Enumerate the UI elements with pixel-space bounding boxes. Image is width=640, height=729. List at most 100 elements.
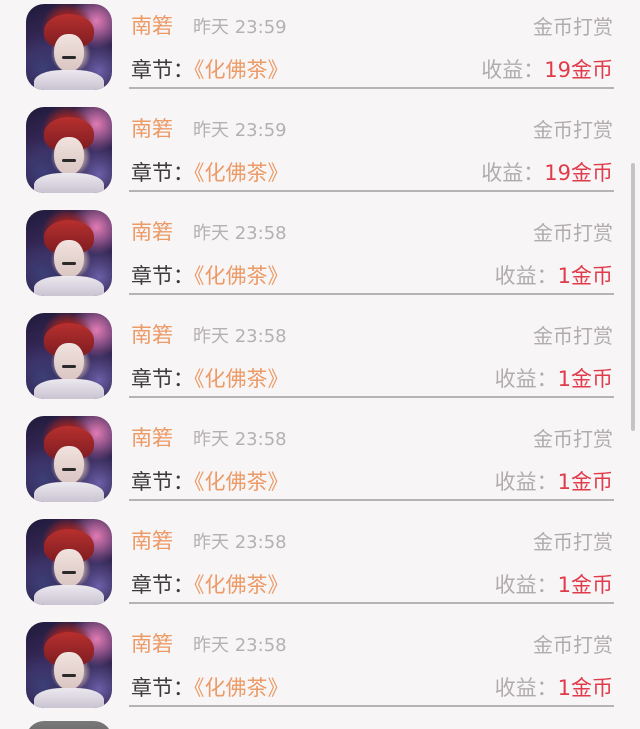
avatar-face: [54, 549, 84, 587]
list-item[interactable]: 南箬 昨天 23:58 金币打赏 章节：《化佛茶》 收益：1金币: [0, 515, 640, 618]
chapter-line: 章节：《化佛茶》: [131, 569, 289, 599]
chapter-title-link[interactable]: 《化佛茶》: [194, 161, 289, 185]
avatar[interactable]: [26, 313, 112, 399]
avatar-face: [54, 34, 84, 72]
row-divider: [129, 499, 614, 501]
avatar-shoulders: [34, 585, 104, 605]
income-line: 收益：19金币: [481, 54, 613, 84]
chapter-line: 章节：《化佛茶》: [131, 260, 289, 290]
avatar-mic: [62, 159, 76, 162]
user-name[interactable]: 南箬: [131, 113, 173, 143]
avatar-shoulders: [34, 482, 104, 502]
chapter-label: 章节：: [131, 161, 194, 185]
reward-type: 金币打赏: [533, 530, 613, 554]
row-divider: [129, 396, 614, 398]
avatar[interactable]: [26, 210, 112, 296]
chapter-title-link[interactable]: 《化佛茶》: [194, 58, 289, 82]
chapter-line: 章节：《化佛茶》: [131, 672, 289, 702]
list-item[interactable]: 南箬 昨天 23:58 金币打赏 章节：《化佛茶》 收益：1金币: [0, 206, 640, 309]
chapter-title-link[interactable]: 《化佛茶》: [194, 470, 289, 494]
chapter-line: 章节：《化佛茶》: [131, 54, 289, 84]
avatar-mic: [62, 468, 76, 471]
user-name[interactable]: 南箬: [131, 216, 173, 246]
avatar-face: [54, 652, 84, 690]
timestamp: 昨天 23:58: [193, 532, 287, 553]
income-value: 1金币: [557, 573, 613, 597]
chapter-line: 章节：《化佛茶》: [131, 363, 289, 393]
timestamp: 昨天 23:58: [193, 326, 287, 347]
chapter-line: 章节：《化佛茶》: [131, 466, 289, 496]
avatar-face: [54, 446, 84, 484]
reward-type: 金币打赏: [533, 15, 613, 39]
avatar[interactable]: [26, 622, 112, 708]
chapter-title-link[interactable]: 《化佛茶》: [194, 573, 289, 597]
chapter-label: 章节：: [131, 573, 194, 597]
income-line: 收益：1金币: [495, 569, 613, 599]
avatar-shoulders: [34, 70, 104, 90]
reward-type: 金币打赏: [533, 221, 613, 245]
avatar[interactable]: [26, 4, 112, 90]
income-label: 收益：: [494, 470, 558, 494]
user-name[interactable]: 南箬: [131, 319, 173, 349]
chapter-label: 章节：: [131, 264, 194, 288]
avatar-shoulders: [34, 379, 104, 399]
row-divider: [129, 602, 614, 604]
avatar-face: [54, 343, 84, 381]
list-item[interactable]: 南箬 昨天 23:59 金币打赏 章节：《化佛茶》 收益：19金币: [0, 0, 640, 103]
income-value: 1金币: [557, 676, 613, 700]
partial-avatar-next-item[interactable]: [26, 721, 112, 729]
row-divider: [129, 705, 614, 707]
row-divider: [129, 87, 614, 89]
row-divider: [129, 293, 614, 295]
income-line: 收益：1金币: [495, 260, 613, 290]
chapter-label: 章节：: [131, 58, 194, 82]
income-value: 19金币: [544, 58, 613, 82]
user-name[interactable]: 南箬: [131, 525, 173, 555]
chapter-label: 章节：: [131, 367, 194, 391]
income-line: 收益：1金币: [495, 466, 613, 496]
income-label: 收益：: [494, 676, 558, 700]
timestamp: 昨天 23:59: [193, 17, 287, 38]
reward-type: 金币打赏: [533, 427, 613, 451]
scrollbar[interactable]: [631, 163, 635, 431]
user-name[interactable]: 南箬: [131, 422, 173, 452]
avatar-mic: [62, 365, 76, 368]
avatar-mic: [62, 571, 76, 574]
user-name[interactable]: 南箬: [131, 628, 173, 658]
income-label: 收益：: [494, 264, 558, 288]
avatar-shoulders: [34, 276, 104, 296]
avatar-face: [54, 137, 84, 175]
reward-type: 金币打赏: [533, 633, 613, 657]
row-divider: [129, 190, 614, 192]
chapter-label: 章节：: [131, 470, 194, 494]
chapter-title-link[interactable]: 《化佛茶》: [194, 367, 289, 391]
timestamp: 昨天 23:59: [193, 120, 287, 141]
list-item[interactable]: 南箬 昨天 23:58 金币打赏 章节：《化佛茶》 收益：1金币: [0, 412, 640, 515]
income-label: 收益：: [481, 161, 545, 185]
reward-type: 金币打赏: [533, 118, 613, 142]
timestamp: 昨天 23:58: [193, 429, 287, 450]
chapter-title-link[interactable]: 《化佛茶》: [194, 264, 289, 288]
chapter-label: 章节：: [131, 676, 194, 700]
list-item[interactable]: 南箬 昨天 23:59 金币打赏 章节：《化佛茶》 收益：19金币: [0, 103, 640, 206]
reward-record-list: 南箬 昨天 23:59 金币打赏 章节：《化佛茶》 收益：19金币 南箬 昨天 …: [0, 0, 640, 721]
list-item[interactable]: 南箬 昨天 23:58 金币打赏 章节：《化佛茶》 收益：1金币: [0, 618, 640, 721]
avatar-face: [54, 240, 84, 278]
income-line: 收益：1金币: [495, 672, 613, 702]
income-value: 1金币: [557, 470, 613, 494]
timestamp: 昨天 23:58: [193, 635, 287, 656]
timestamp: 昨天 23:58: [193, 223, 287, 244]
list-item[interactable]: 南箬 昨天 23:58 金币打赏 章节：《化佛茶》 收益：1金币: [0, 309, 640, 412]
avatar-mic: [62, 262, 76, 265]
income-value: 19金币: [544, 161, 613, 185]
income-line: 收益：1金币: [495, 363, 613, 393]
avatar-shoulders: [34, 173, 104, 193]
chapter-title-link[interactable]: 《化佛茶》: [194, 676, 289, 700]
reward-income-screen: 南箬 昨天 23:59 金币打赏 章节：《化佛茶》 收益：19金币 南箬 昨天 …: [0, 0, 640, 729]
chapter-line: 章节：《化佛茶》: [131, 157, 289, 187]
avatar[interactable]: [26, 519, 112, 605]
user-name[interactable]: 南箬: [131, 10, 173, 40]
avatar-mic: [62, 56, 76, 59]
avatar[interactable]: [26, 107, 112, 193]
avatar[interactable]: [26, 416, 112, 502]
